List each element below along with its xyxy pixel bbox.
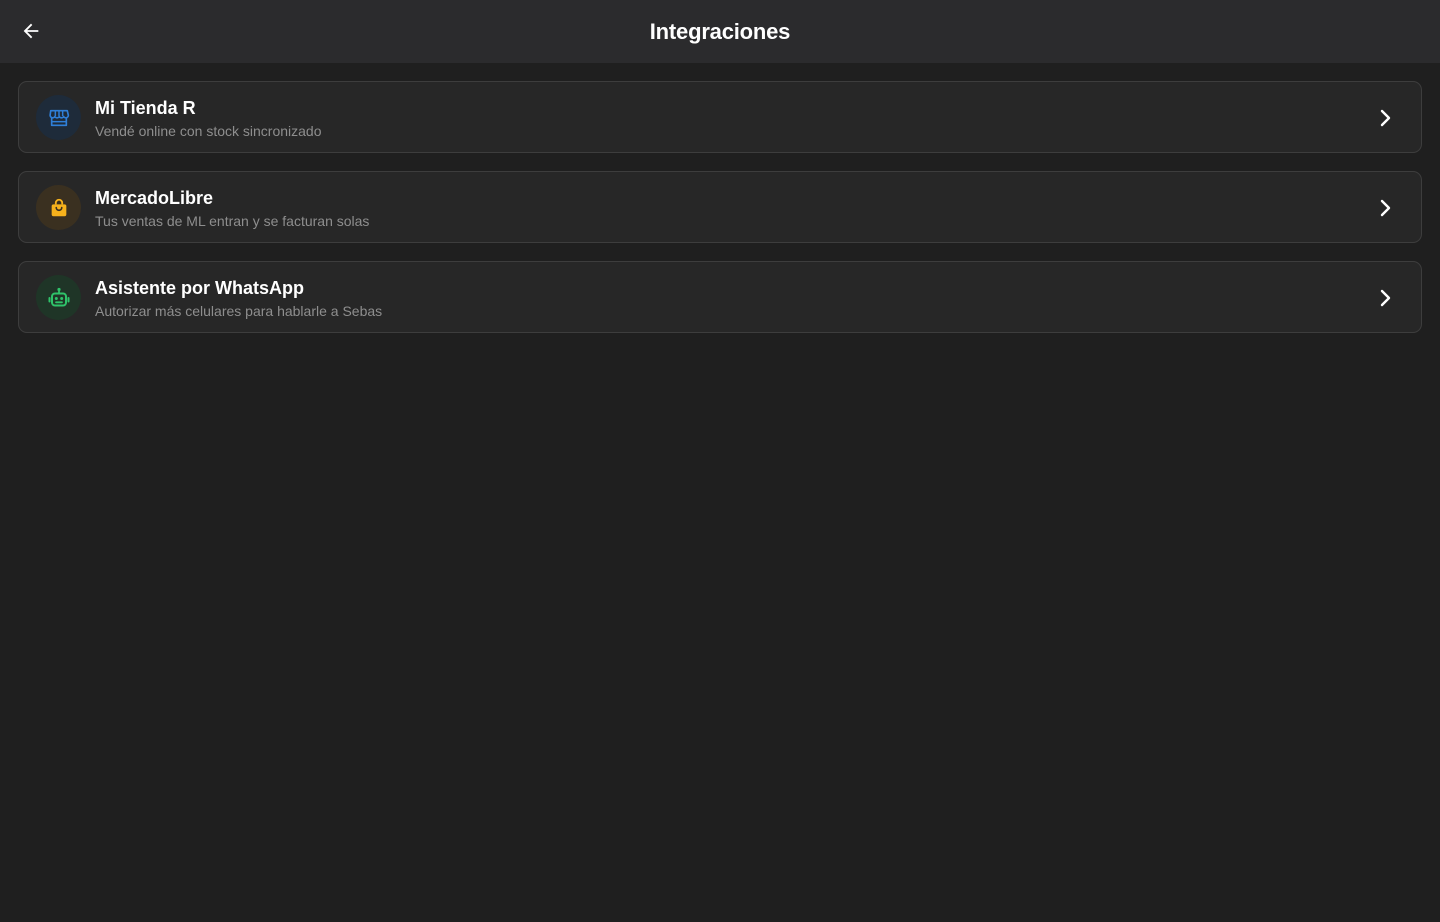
integration-text: MercadoLibre Tus ventas de ML entran y s…	[95, 187, 369, 230]
integration-text: Mi Tienda R Vendé online con stock sincr…	[95, 97, 321, 140]
integrations-list: Mi Tienda R Vendé online con stock sincr…	[18, 81, 1422, 351]
app-bar: Integraciones	[0, 0, 1440, 63]
shopping-bag-icon	[51, 198, 66, 216]
integration-icon-container	[36, 275, 81, 320]
integration-card-mercadolibre[interactable]: MercadoLibre Tus ventas de ML entran y s…	[18, 171, 1422, 243]
integration-card-mi-tienda[interactable]: Mi Tienda R Vendé online con stock sincr…	[18, 81, 1422, 153]
integration-title: MercadoLibre	[95, 188, 214, 208]
integration-subtitle: Autorizar más celulares para hablarle a …	[95, 303, 383, 319]
integration-title: Asistente por WhatsApp	[95, 278, 305, 298]
page-title: Integraciones	[649, 18, 791, 44]
back-button[interactable]	[14, 14, 48, 48]
chevron-right-icon	[1380, 289, 1391, 307]
integration-icon-container	[36, 95, 81, 140]
integration-title: Mi Tienda R	[95, 98, 196, 118]
integration-subtitle: Vendé online con stock sincronizado	[95, 123, 322, 139]
robot-icon	[48, 287, 69, 306]
integration-card-whatsapp-assistant[interactable]: Asistente por WhatsApp Autorizar más cel…	[18, 261, 1422, 333]
integration-icon-container	[36, 185, 81, 230]
chevron-right-icon	[1380, 199, 1391, 217]
arrow-left-icon	[23, 23, 39, 39]
integration-text: Asistente por WhatsApp Autorizar más cel…	[95, 277, 382, 320]
integration-subtitle: Tus ventas de ML entran y se facturan so…	[95, 213, 370, 229]
storefront-icon	[48, 109, 69, 126]
chevron-right-icon	[1380, 109, 1391, 127]
